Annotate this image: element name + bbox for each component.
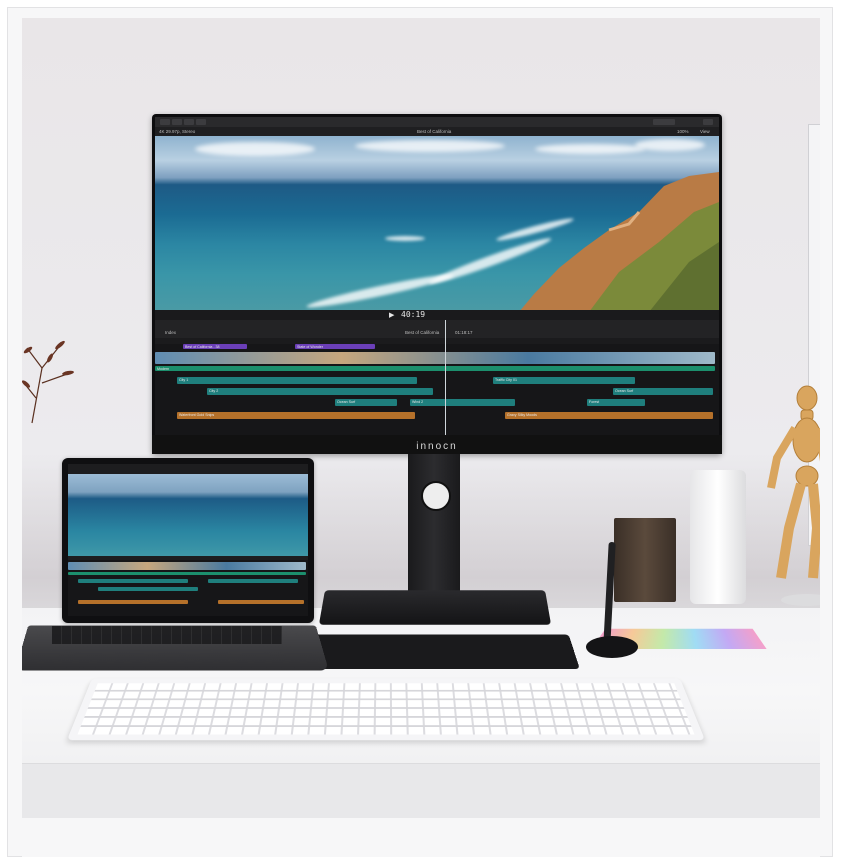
audio-clip[interactable]: City 2 <box>207 388 433 395</box>
transport-bar: 40:19 ▶ <box>155 310 719 320</box>
keyword-button[interactable] <box>172 119 182 125</box>
audio-clip[interactable]: Forest <box>587 399 645 406</box>
wooden-mannequin-icon <box>767 385 820 606</box>
drawing-tablet <box>288 634 580 669</box>
title-clip[interactable]: State of Wonder <box>295 344 375 349</box>
laptop-keyboard <box>52 626 282 644</box>
title-clip[interactable]: Best of California - 38 <box>183 344 247 349</box>
audio-clip[interactable]: Wind 2 <box>410 399 515 406</box>
format-label: 4K 29.97p, Stereo <box>159 129 196 134</box>
video-viewer <box>155 136 719 310</box>
timeline-title: Best of California <box>405 330 440 335</box>
laptop-screen <box>68 464 308 616</box>
play-icon[interactable]: ▶ <box>389 311 394 319</box>
index-button[interactable]: Index <box>165 330 176 335</box>
viewer-infobar: 4K 29.97p, Stereo Best of California 100… <box>155 127 719 136</box>
zoom-level[interactable]: 100% <box>677 129 689 134</box>
timeline: Best of California - 38 State of Wonder … <box>155 344 719 435</box>
keyboard <box>66 678 706 741</box>
background-tasks-button[interactable] <box>184 119 194 125</box>
plant-icon <box>22 340 74 424</box>
monitor-stand-neck <box>408 454 460 599</box>
desk-edge <box>22 763 820 818</box>
monitor-stand-base <box>318 590 552 625</box>
share-button[interactable] <box>196 119 206 125</box>
timeline-duration: 01:18:17 <box>455 330 473 335</box>
monitor-brand-logo: innocn <box>416 441 458 452</box>
monitor-chin: innocn <box>152 435 722 454</box>
monitor: 4K 29.97p, Stereo Best of California 100… <box>152 114 722 454</box>
stand-cable-hole <box>421 481 451 511</box>
music-track[interactable]: Modern <box>155 366 715 371</box>
music-clip[interactable]: Waterfront Gold Snips <box>177 412 415 419</box>
coastline-cliff <box>520 172 719 310</box>
timecode-display: 40:19 <box>401 310 426 319</box>
pen-cup <box>614 518 676 602</box>
white-cylinder-vase <box>690 470 746 604</box>
music-clip[interactable]: Gravy Silky Moods <box>505 412 713 419</box>
import-button[interactable] <box>160 119 170 125</box>
audio-clip[interactable]: City 1 <box>177 377 417 384</box>
timeline-header: Index Best of California 01:18:17 <box>155 320 719 338</box>
photo-scene: 4K 29.97p, Stereo Best of California 100… <box>22 18 820 818</box>
playhead[interactable] <box>445 320 446 435</box>
keyboard-keys <box>77 683 695 735</box>
layout-toggle[interactable] <box>653 119 675 125</box>
monitor-screen: 4K 29.97p, Stereo Best of California 100… <box>155 117 719 435</box>
audio-clip[interactable]: Ocean Surf <box>613 388 713 395</box>
laptop <box>62 458 314 623</box>
editor-toolbar <box>155 117 719 127</box>
primary-storyline[interactable] <box>155 352 715 364</box>
audio-clip[interactable]: Traffic City 01 <box>493 377 635 384</box>
laptop-timeline <box>68 560 308 616</box>
view-menu[interactable]: View <box>700 129 710 134</box>
fullscreen-button[interactable] <box>703 119 713 125</box>
audio-clip[interactable]: Ocean Surf <box>335 399 397 406</box>
laptop-video-viewer <box>68 474 308 556</box>
pen-stand <box>586 636 638 658</box>
image-footer <box>22 818 820 857</box>
project-title: Best of California <box>417 129 452 134</box>
